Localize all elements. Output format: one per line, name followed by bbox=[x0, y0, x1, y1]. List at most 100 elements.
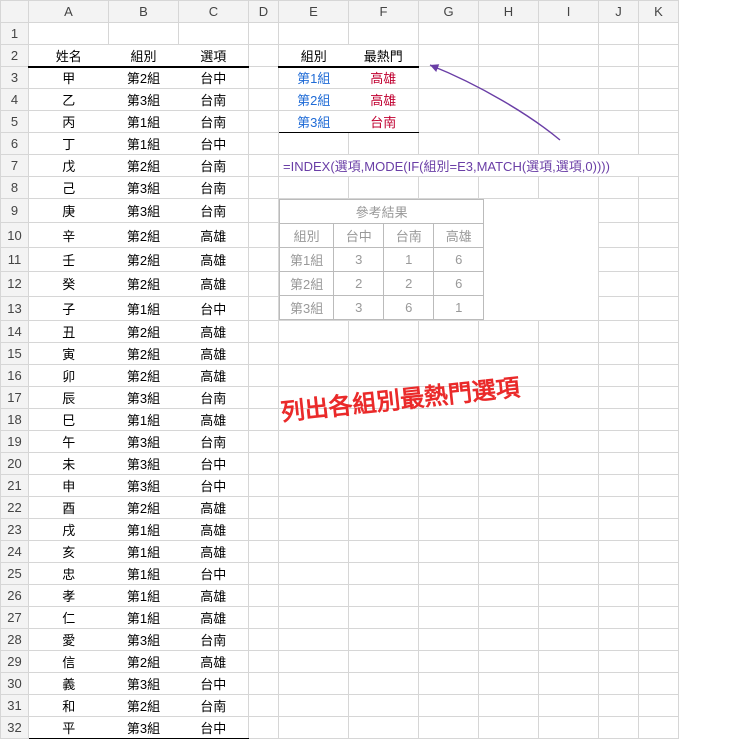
cell[interactable] bbox=[539, 453, 599, 475]
select-all-corner[interactable] bbox=[1, 1, 29, 23]
row-header[interactable]: 23 bbox=[1, 519, 29, 541]
cell[interactable] bbox=[479, 475, 539, 497]
cell[interactable] bbox=[349, 519, 419, 541]
cell[interactable] bbox=[599, 409, 639, 431]
cell[interactable] bbox=[279, 453, 349, 475]
cell[interactable] bbox=[249, 223, 279, 247]
cell[interactable]: 亥 bbox=[29, 541, 109, 563]
cell[interactable] bbox=[249, 321, 279, 343]
cell[interactable] bbox=[539, 717, 599, 739]
cell[interactable] bbox=[639, 67, 679, 89]
cell[interactable]: 第2組 bbox=[109, 695, 179, 717]
cell[interactable] bbox=[599, 629, 639, 651]
cell[interactable]: 寅 bbox=[29, 343, 109, 365]
cell[interactable]: 義 bbox=[29, 673, 109, 695]
cell[interactable] bbox=[249, 651, 279, 673]
cell[interactable] bbox=[639, 387, 679, 409]
cell[interactable]: 高雄 bbox=[179, 321, 249, 343]
cell[interactable] bbox=[419, 629, 479, 651]
cell[interactable]: 台南 bbox=[179, 111, 249, 133]
row-header[interactable]: 4 bbox=[1, 89, 29, 111]
cell[interactable] bbox=[279, 695, 349, 717]
cell[interactable] bbox=[249, 453, 279, 475]
cell[interactable] bbox=[599, 321, 639, 343]
cell[interactable]: 高雄 bbox=[179, 409, 249, 431]
grid-row[interactable]: 29信第2組高雄 bbox=[1, 651, 679, 673]
row-header[interactable]: 3 bbox=[1, 67, 29, 89]
cell[interactable] bbox=[349, 475, 419, 497]
cell[interactable] bbox=[539, 475, 599, 497]
cell[interactable] bbox=[279, 563, 349, 585]
grid-row[interactable]: 24亥第1組高雄 bbox=[1, 541, 679, 563]
cell[interactable] bbox=[639, 247, 679, 271]
cell[interactable]: 第1組 bbox=[109, 296, 179, 320]
cell[interactable] bbox=[349, 563, 419, 585]
cell[interactable] bbox=[249, 45, 279, 67]
cell[interactable] bbox=[249, 541, 279, 563]
grid-row[interactable]: 22酉第2組高雄 bbox=[1, 497, 679, 519]
cell[interactable]: 第2組 bbox=[109, 343, 179, 365]
cell[interactable]: 高雄 bbox=[179, 343, 249, 365]
cell[interactable] bbox=[539, 387, 599, 409]
cell[interactable] bbox=[249, 177, 279, 199]
row-header[interactable]: 24 bbox=[1, 541, 29, 563]
cell[interactable]: 戊 bbox=[29, 155, 109, 177]
cell[interactable] bbox=[539, 629, 599, 651]
row-header[interactable]: 13 bbox=[1, 296, 29, 320]
row-header[interactable]: 25 bbox=[1, 563, 29, 585]
cell[interactable] bbox=[279, 431, 349, 453]
cell[interactable] bbox=[639, 629, 679, 651]
cell[interactable]: 第2組 bbox=[109, 247, 179, 271]
cell[interactable]: 高雄 bbox=[179, 585, 249, 607]
row-header[interactable]: 29 bbox=[1, 651, 29, 673]
cell[interactable]: 第1組 bbox=[279, 67, 349, 89]
cell[interactable] bbox=[349, 629, 419, 651]
cell[interactable]: 第1組 bbox=[109, 541, 179, 563]
cell[interactable] bbox=[249, 111, 279, 133]
cell[interactable] bbox=[599, 247, 639, 271]
cell[interactable] bbox=[599, 45, 639, 67]
cell[interactable] bbox=[539, 177, 599, 199]
pivot-host[interactable]: 參考結果組別台中台南高雄第1組316第2組226第3組361 bbox=[279, 199, 599, 321]
cell[interactable]: 姓名 bbox=[29, 45, 109, 67]
cell[interactable] bbox=[639, 541, 679, 563]
cell[interactable]: 第2組 bbox=[109, 365, 179, 387]
row-header[interactable]: 30 bbox=[1, 673, 29, 695]
cell[interactable] bbox=[639, 365, 679, 387]
cell[interactable] bbox=[249, 519, 279, 541]
cell[interactable] bbox=[539, 563, 599, 585]
grid-row[interactable]: 15寅第2組高雄 bbox=[1, 343, 679, 365]
cell[interactable] bbox=[599, 431, 639, 453]
cell[interactable]: 台南 bbox=[179, 387, 249, 409]
cell[interactable] bbox=[599, 223, 639, 247]
cell[interactable] bbox=[639, 453, 679, 475]
cell[interactable]: 第3組 bbox=[109, 717, 179, 739]
row-header[interactable]: 11 bbox=[1, 247, 29, 271]
cell[interactable]: 癸 bbox=[29, 272, 109, 296]
col-header-F[interactable]: F bbox=[349, 1, 419, 23]
cell[interactable] bbox=[539, 365, 599, 387]
cell[interactable]: 台中 bbox=[179, 475, 249, 497]
grid-row[interactable]: 32平第3組台中 bbox=[1, 717, 679, 739]
row-header[interactable]: 1 bbox=[1, 23, 29, 45]
cell[interactable]: 第3組 bbox=[109, 431, 179, 453]
cell[interactable] bbox=[479, 695, 539, 717]
cell[interactable]: 第2組 bbox=[109, 155, 179, 177]
cell[interactable] bbox=[249, 155, 279, 177]
cell[interactable] bbox=[249, 89, 279, 111]
cell[interactable]: 高雄 bbox=[349, 89, 419, 111]
cell[interactable]: 高雄 bbox=[179, 365, 249, 387]
cell[interactable] bbox=[279, 343, 349, 365]
cell[interactable]: 台南 bbox=[179, 695, 249, 717]
cell[interactable] bbox=[349, 541, 419, 563]
cell[interactable]: 丑 bbox=[29, 321, 109, 343]
cell[interactable] bbox=[249, 272, 279, 296]
cell[interactable] bbox=[419, 563, 479, 585]
cell[interactable] bbox=[29, 23, 109, 45]
cell[interactable] bbox=[639, 431, 679, 453]
cell[interactable] bbox=[349, 695, 419, 717]
row-header[interactable]: 5 bbox=[1, 111, 29, 133]
cell[interactable] bbox=[599, 133, 639, 155]
cell[interactable] bbox=[539, 695, 599, 717]
cell[interactable] bbox=[599, 541, 639, 563]
